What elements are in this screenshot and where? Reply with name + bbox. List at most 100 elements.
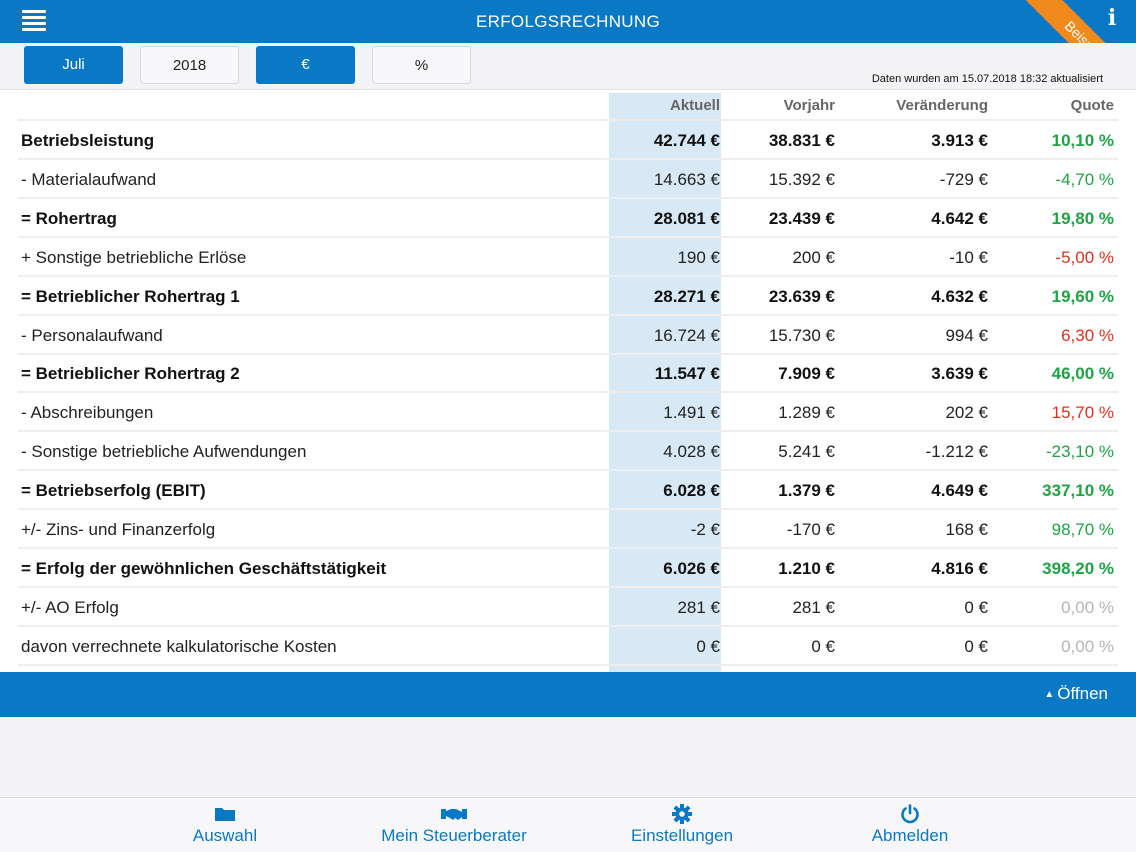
- table-row[interactable]: davon verrechnete kalkulatorische Kosten…: [18, 627, 1118, 666]
- cell-quote: 6,30 %: [1061, 325, 1114, 345]
- info-icon[interactable]: i: [1104, 5, 1120, 33]
- table-row[interactable]: + Sonstige betriebliche Erlöse 190 € 200 €…: [18, 238, 1118, 277]
- top-bar: ERFOLGSRECHNUNG i: [0, 0, 1136, 43]
- table-row[interactable]: +/- Zins- und Finanzerfolg -2 € -170 € 168 …: [18, 510, 1118, 549]
- cell-veraenderung: 4.816 €: [931, 558, 988, 578]
- cell-vorjahr: 0 €: [811, 636, 835, 656]
- row-label: - Personalaufwand: [21, 325, 163, 345]
- column-header-aktuell: Aktuell: [669, 97, 720, 114]
- table-row[interactable]: Betriebsleistung 42.744 € 38.831 € 3.913 € 1…: [18, 121, 1118, 160]
- cell-veraenderung: 994 €: [945, 325, 988, 345]
- cell-aktuell: 0 €: [696, 636, 720, 656]
- table-row[interactable]: = Betrieblicher Rohertrag 2 11.547 € 7.909…: [18, 354, 1118, 394]
- details-panel: [0, 717, 1136, 797]
- folder-icon: [215, 808, 235, 821]
- cell-vorjahr: 23.439 €: [768, 208, 835, 228]
- cell-veraenderung: -729 €: [939, 169, 988, 189]
- cell-veraenderung: 4.649 €: [931, 481, 988, 501]
- income-statement-table: Aktuell Vorjahr Veränderung Quote Betrie…: [0, 90, 1136, 672]
- last-updated-text: Daten wurden am 15.07.2018 18:32 aktuali…: [871, 73, 1103, 85]
- cell-vorjahr: 1.289 €: [778, 403, 835, 423]
- power-icon: [901, 804, 919, 824]
- cell-vorjahr: 15.392 €: [768, 169, 835, 189]
- cell-veraenderung: 3.913 €: [931, 131, 988, 150]
- table-row[interactable]: = Betriebserfolg (EBIT) 6.028 € 1.379 € 4.6…: [18, 471, 1118, 511]
- cell-aktuell: 42.744 €: [653, 131, 720, 150]
- table-row[interactable]: - Abschreibungen 1.491 € 1.289 € 202 € 15,70…: [18, 393, 1118, 433]
- cell-vorjahr: 1.210 €: [778, 558, 835, 578]
- row-label: = Betrieblicher Rohertrag 1: [21, 286, 240, 306]
- cell-vorjahr: 5.241 €: [778, 442, 835, 462]
- filter-toolbar: Juli 2018 € % Daten wurden am 15.07.2018…: [0, 43, 1136, 90]
- row-label: davon verrechnete kalkulatorische Kosten: [21, 636, 337, 656]
- open-button[interactable]: ▲ Öffnen: [1044, 684, 1108, 704]
- table-header: Aktuell Vorjahr Veränderung Quote: [18, 90, 1118, 121]
- cell-aktuell: 16.724 €: [653, 325, 720, 345]
- cell-quote: 0,00 %: [1061, 597, 1114, 617]
- chevron-up-icon: ▲: [1044, 689, 1055, 700]
- app-window: ERFOLGSRECHNUNG i Beispieldaten Juli 201…: [0, 0, 1136, 852]
- cell-quote: 46,00 %: [1051, 364, 1114, 384]
- year-button[interactable]: 2018: [140, 46, 239, 84]
- row-label: = Betrieblicher Rohertrag 2: [21, 364, 240, 384]
- tab-label-mein-steuerberater: Mein Steuerberater: [381, 826, 527, 845]
- column-header-veraenderung: Veränderung: [896, 97, 988, 114]
- month-button[interactable]: Juli: [24, 46, 123, 84]
- table-row[interactable]: - Sonstige betriebliche Aufwendungen 4.02…: [18, 432, 1118, 472]
- cell-quote: 15,70 %: [1051, 403, 1114, 423]
- cell-veraenderung: 168 €: [945, 520, 988, 539]
- tab-label-auswahl: Auswahl: [192, 826, 258, 845]
- table-row[interactable]: = Erfolg der gewöhnlichen Geschäftstätig…: [18, 549, 1118, 588]
- tab-einstellungen[interactable]: Einstellungen: [612, 798, 752, 852]
- cell-veraenderung: 3.639 €: [931, 364, 988, 384]
- cell-aktuell: 6.026 €: [663, 558, 720, 578]
- tab-label-abmelden: Abmelden: [871, 826, 949, 845]
- table-row[interactable]: - Personalaufwand 16.724 € 15.730 € 994 € 6,…: [18, 316, 1118, 355]
- tab-abmelden[interactable]: Abmelden: [860, 798, 960, 852]
- tab-mein-steuerberater[interactable]: Mein Steuerberater: [364, 798, 544, 852]
- row-label: - Sonstige betriebliche Aufwendungen: [21, 442, 307, 462]
- currency-toggle[interactable]: €: [256, 46, 355, 84]
- cell-vorjahr: 7.909 €: [778, 364, 835, 384]
- cell-quote: -23,10 %: [1045, 442, 1114, 462]
- row-label: Betriebsleistung: [21, 131, 155, 150]
- row-label: - Abschreibungen: [21, 403, 154, 423]
- cell-aktuell: 28.271 €: [653, 286, 720, 306]
- row-label: - Materialaufwand: [21, 169, 157, 189]
- tab-label-einstellungen: Einstellungen: [630, 826, 734, 845]
- cell-aktuell: 281 €: [677, 597, 720, 617]
- cell-veraenderung: -1.212 €: [925, 442, 988, 462]
- cell-aktuell: 4.028 €: [663, 442, 720, 462]
- cell-quote: 337,10 %: [1042, 481, 1114, 501]
- handshake-icon: [441, 809, 467, 820]
- cell-quote: 398,20 %: [1042, 558, 1114, 578]
- cell-vorjahr: -170 €: [786, 520, 835, 539]
- cell-veraenderung: 4.632 €: [931, 286, 988, 306]
- percent-toggle[interactable]: %: [372, 46, 471, 84]
- tab-auswahl[interactable]: Auswahl: [175, 798, 275, 852]
- table-row[interactable]: +/- AO Erfolg 281 € 281 € 0 € 0,00 %: [18, 588, 1118, 627]
- cell-vorjahr: 1.379 €: [778, 481, 835, 501]
- row-label: +/- AO Erfolg: [21, 597, 119, 617]
- cell-quote: -4,70 %: [1055, 169, 1114, 189]
- table-row[interactable]: = Betrieblicher Rohertrag 1 28.271 € 23.63…: [18, 277, 1118, 316]
- table-row[interactable]: = Rohertrag 28.081 € 23.439 € 4.642 € 19,80 …: [18, 199, 1118, 238]
- row-label: +/- Zins- und Finanzerfolg: [21, 520, 216, 539]
- gear-icon: [672, 804, 692, 824]
- cell-quote: -5,00 %: [1055, 247, 1114, 267]
- cell-quote: 98,70 %: [1051, 520, 1114, 539]
- cell-quote: 10,10 %: [1051, 131, 1114, 150]
- cell-vorjahr: 23.639 €: [768, 286, 835, 306]
- row-label: = Betriebserfolg (EBIT): [21, 481, 206, 501]
- cell-aktuell: 14.663 €: [653, 169, 720, 189]
- cell-quote: 0,00 %: [1061, 636, 1114, 656]
- page-title: ERFOLGSRECHNUNG: [476, 12, 660, 31]
- cell-veraenderung: -10 €: [949, 247, 988, 267]
- cell-vorjahr: 38.831 €: [768, 131, 835, 150]
- table-row[interactable]: - Materialaufwand 14.663 € 15.392 € -729 € -…: [18, 160, 1118, 199]
- cell-vorjahr: 200 €: [792, 247, 835, 267]
- cell-aktuell: 1.491 €: [663, 403, 720, 423]
- cell-aktuell: 11.547 €: [654, 364, 720, 384]
- row-label: = Erfolg der gewöhnlichen Geschäftstätig…: [21, 558, 387, 578]
- cell-aktuell: 6.028 €: [663, 481, 720, 501]
